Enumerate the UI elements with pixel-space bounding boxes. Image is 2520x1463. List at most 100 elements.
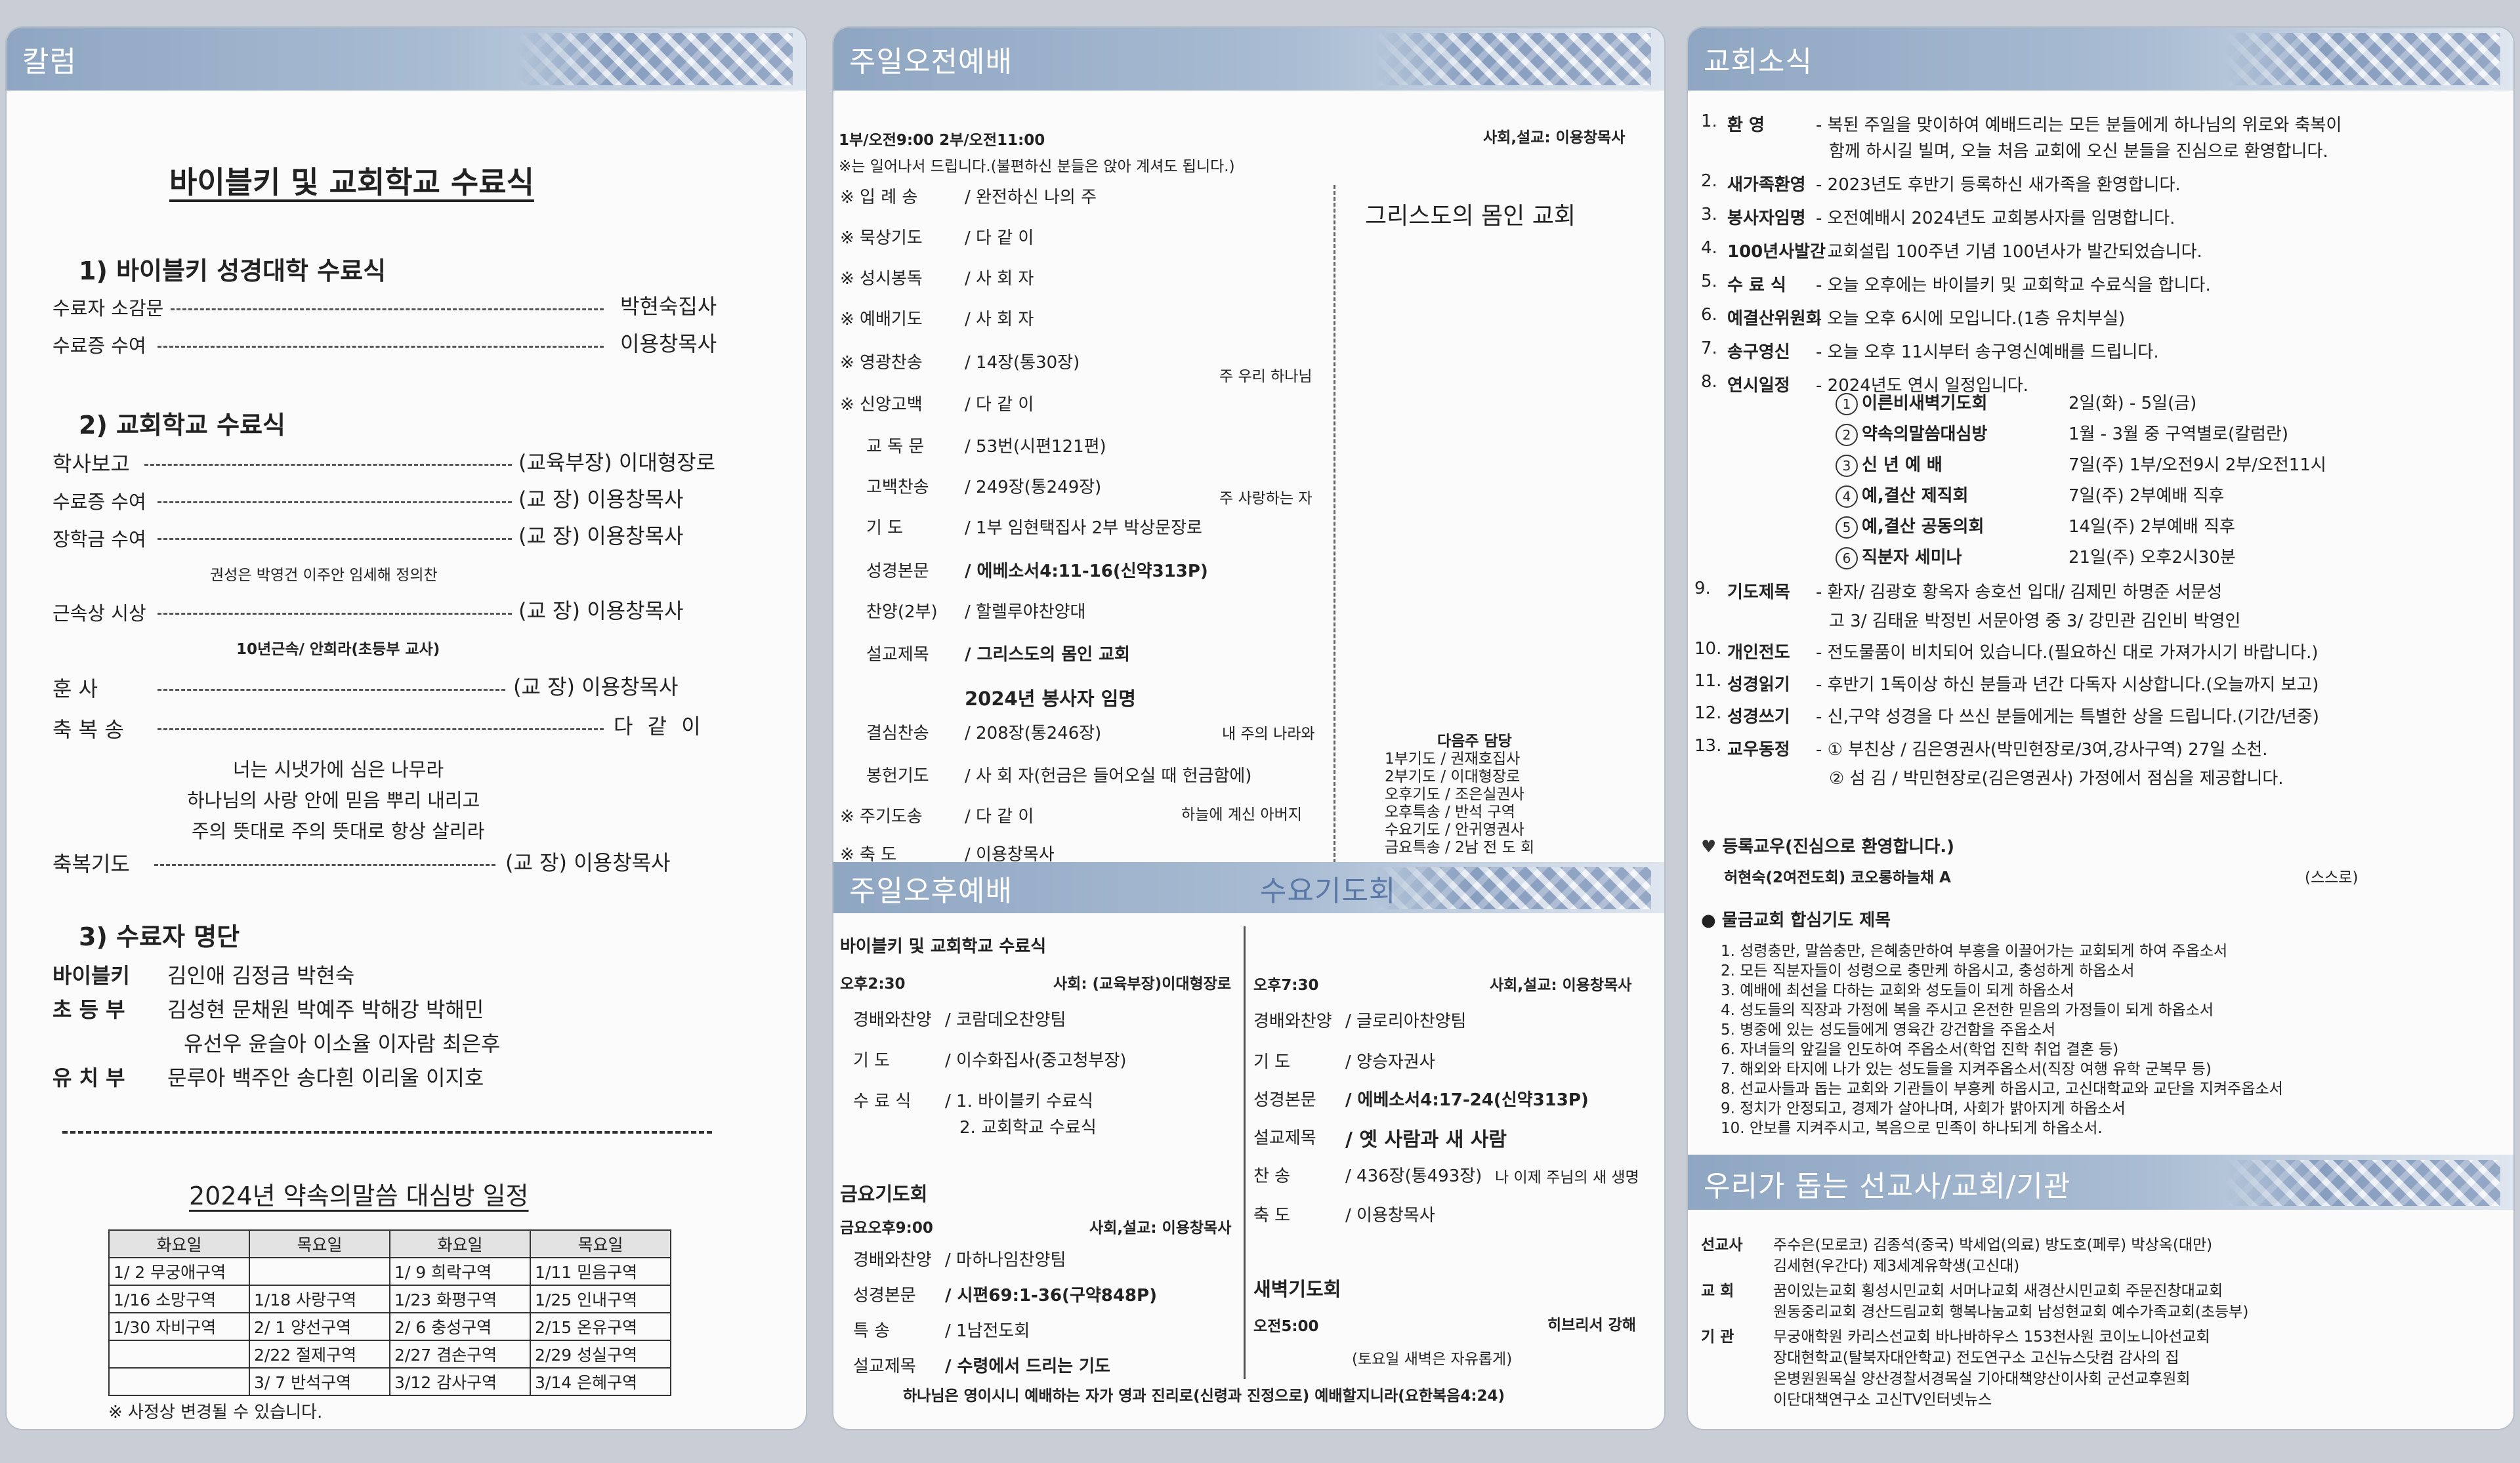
table-cell: 2/ 6 충성구역 [389,1312,531,1341]
section-title: 2) 교회학교 수료식 [79,411,285,440]
row-label: 학사보고 [52,451,130,476]
row-value: 유선우 윤슬아 이소율 이자람 최은후 [184,1031,501,1056]
order-detail: / 53번(시편121편) [965,437,1106,457]
news-text: - 후반기 1독이상 하신 분들과 년간 다독자 시상합니다.(오늘까지 보고) [1816,675,2319,695]
schedule-header: 목요일 [530,1229,671,1258]
row-value: 다 같 이 [614,714,705,739]
table-cell: 2/15 온유구역 [530,1312,671,1341]
row-value: 김인애 김정금 박현숙 [167,963,355,988]
row-label: 장학금 수여 [52,528,146,550]
note: 10년근속/ 안희라(초등부 교사) [236,641,440,658]
schedule-item: 5 예,결산 공동의회 [1836,513,1984,539]
order-detail: / 에베소서4:11-16(신약313P) [965,562,1208,581]
news-number: 3. [1701,205,1717,224]
worship-panel: 주일오전예배 1부/오전9:00 2부/오전11:00 사회,설교: 이용창목사… [832,26,1666,1430]
schedule-when: 7일(주) 2부예배 직후 [2068,486,2225,506]
friday-host: 사회,설교: 이용창목사 [1089,1220,1232,1237]
row-detail: / 마하나임찬양팀 [945,1250,1066,1270]
mission-label: 선교사 [1701,1237,1743,1254]
standing-notice: ※는 일어나서 드립니다.(불편하신 분들은 앉아 계셔도 됩니다.) [839,158,1235,175]
row-item: 축 도 [1253,1206,1291,1226]
news-text: - 2023년도 후반기 등록하신 새가족을 환영합니다. [1816,175,2181,195]
section-title: 1) 바이블키 성경대학 수료식 [79,257,387,285]
order-item: 결심찬송 [866,724,929,743]
order-item: 성경본문 [866,562,929,581]
news-number: 1. [1701,112,1717,131]
table-cell: 2/29 성실구역 [530,1340,671,1369]
table-cell: 1/30 자비구역 [108,1312,250,1341]
row-item: 찬 송 [1253,1166,1291,1186]
song-line: 너는 시냇가에 심은 나무라 [233,758,444,781]
schedule-name: 예,결산 제직회 [1862,486,1969,506]
circled-number-icon: 5 [1836,516,1858,539]
list-item: 1부기도 / 권재호집사 [1385,751,1521,768]
row-label: 바이블키 [52,963,130,988]
service-times: 1부/오전9:00 2부/오전11:00 [839,132,1045,149]
row-item: 성경본문 [1253,1090,1316,1110]
column-divider [1334,185,1335,880]
schedule-header: 목요일 [249,1229,390,1258]
news-header-title: 교회소식 [1704,45,1813,79]
next-week-title: 다음주 담당 [1437,733,1512,750]
schedule-when: 21일(주) 오후2시30분 [2068,548,2236,567]
row-value: 박현숙집사 [620,294,717,319]
row-detail: 2. 교회학교 수료식 [959,1118,1097,1138]
row-item: 성경본문 [853,1286,916,1306]
order-item: ※ 입 례 송 [840,188,918,207]
prayer-item: 7. 해외와 타지에 나가 있는 성도들을 지켜주옵소서(직장 여행 유학 군복… [1721,1061,2212,1078]
mission-line: 온병원원목실 양산경찰서경목실 기아대책양산이사회 군선교후원회 [1773,1370,2191,1388]
news-text: - 복된 주일을 맞이하여 예배드리는 모든 분들에게 하나님의 위로와 축복이 [1816,115,2342,135]
news-number: 6. [1701,305,1717,325]
schedule-when: 1월 - 3월 중 구역별로(칼럼란) [2068,424,2289,444]
order-item: 교 독 문 [866,437,925,457]
row-value: 문루아 백주안 송다흰 이리울 이지호 [167,1065,484,1090]
hymn-note: 주 우리 하나님 [1219,368,1312,385]
row-value: (교 장) 이용창목사 [518,524,684,548]
table-row: 1/ 2 무궁애구역 1/ 9 희락구역 1/11 믿음구역 [108,1257,671,1286]
hymn-note: 내 주의 나라와 [1222,726,1315,743]
schedule-note: ※ 사정상 변경될 수 있습니다. [108,1403,323,1422]
row-detail: / 수령에서 드리는 기도 [945,1357,1110,1376]
leader-line [171,308,604,310]
registered-name: 허현숙(2여전도회) 코오롱하늘채 A [1724,869,1951,886]
order-item: ※ 신앙고백 [840,395,923,415]
order-detail: / 그리스도의 몸인 교회 [965,645,1130,665]
prayer-item: 3. 예배에 최선을 다하는 교회와 성도들이 되게 하옵소서 [1721,982,2074,999]
row-item: 경배와찬양 [853,1250,932,1270]
news-title: 환 영 [1727,115,1765,135]
leader-line [158,538,512,540]
news-title: 연시일정 [1727,376,1790,396]
prayer-item: 5. 병중에 있는 성도들에게 영육간 강건함을 주옵소서 [1721,1021,2056,1039]
news-number: 2. [1701,171,1717,191]
order-detail: / 14장(통30장) [965,353,1080,373]
heart-icon: ♥ [1701,837,1717,857]
schedule-when: 7일(주) 1부/오전9시 2부/오전11시 [2068,455,2326,475]
header-pattern [2225,33,2500,85]
leader-line [154,864,495,866]
news-text: 함께 하시길 빌며, 오늘 처음 교회에 오신 분들을 진심으로 환영합니다. [1829,142,2328,161]
row-value: 이용창목사 [620,331,717,356]
row-detail: / 이수화집사(중고청부장) [945,1051,1127,1071]
service-host: 사회,설교: 이용창목사 [1483,129,1626,146]
table-cell [108,1367,250,1396]
news-title: 성경쓰기 [1727,707,1790,727]
leader-line [144,464,512,466]
row-value: (교 장) 이용창목사 [518,598,684,623]
schedule-when: 2일(화) - 5일(금) [2068,394,2197,413]
mission-header: 우리가 돕는 선교사/교회/기관 [1688,1155,2513,1210]
table-row: 1/16 소망구역 1/18 사랑구역 1/23 화평구역 1/25 인내구역 [108,1285,671,1313]
schedule-item: 2 약속의말씀대심방 [1836,421,1987,446]
friday-title: 금요기도회 [840,1183,928,1205]
row-item: 설교제목 [1253,1128,1316,1148]
dawn-host: 히브리서 강해 [1547,1317,1636,1334]
header-pattern [2225,1160,2500,1206]
row-label: 초 등 부 [52,997,125,1022]
prayer-item: 10. 안보를 지켜주시고, 복음으로 민족이 하나되게 하옵소서. [1721,1120,2103,1137]
schedule-when: 14일(주) 2부예배 직후 [2068,517,2235,537]
table-cell: 1/25 인내구역 [530,1285,671,1313]
schedule-name: 직분자 세미나 [1862,548,1962,567]
schedule-item: 1 이른비새벽기도회 [1836,390,1987,415]
divider [62,1131,712,1134]
prayer-item: 4. 성도들의 직장과 가정에 복을 주시고 온전한 믿음의 가정들이 되게 하… [1721,1002,2214,1019]
news-text: - 교회설립 100주년 기념 100년사가 발간되었습니다. [1816,242,2202,262]
